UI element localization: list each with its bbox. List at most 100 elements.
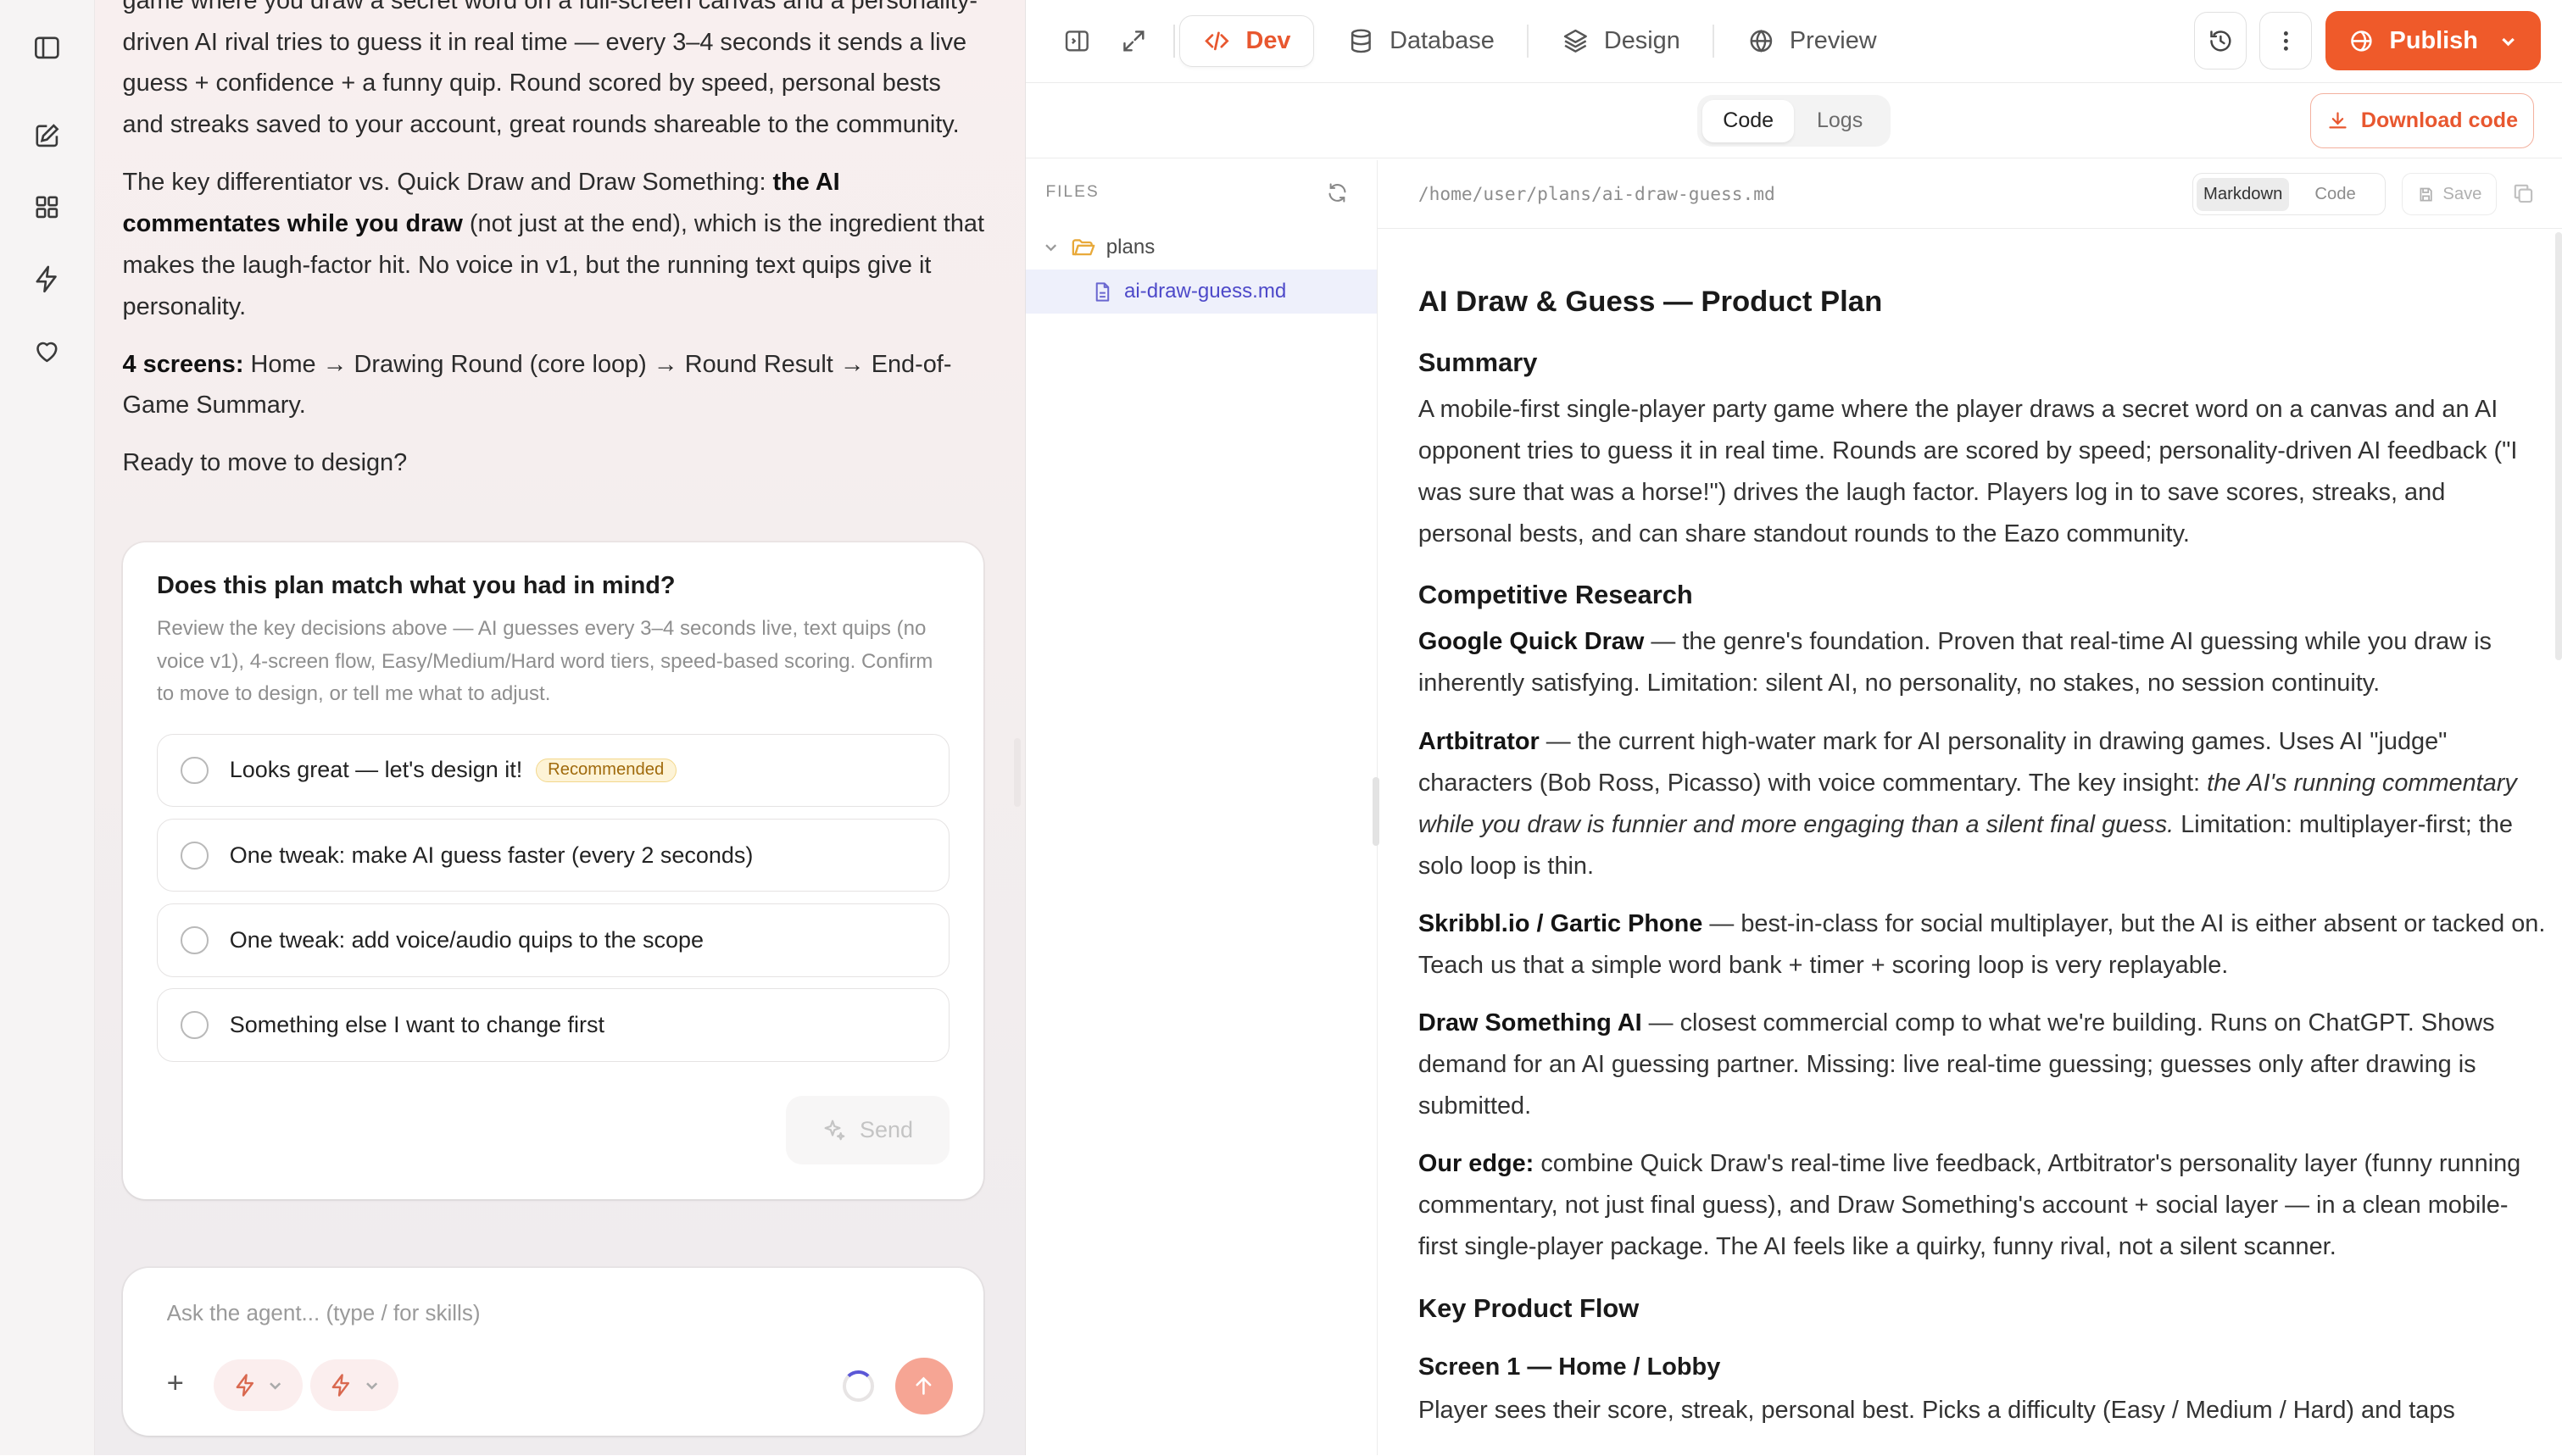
more-options-button[interactable]	[2259, 12, 2313, 69]
doc-paragraph: Skribbl.io / Gartic Phone — best-in-clas…	[1418, 903, 2546, 986]
divider	[1172, 25, 1175, 58]
tab-label: Database	[1390, 27, 1495, 55]
tab-database[interactable]: Database	[1324, 15, 1518, 68]
tab-preview[interactable]: Preview	[1724, 15, 1900, 68]
message-paragraph: game where you draw a secret word on a f…	[123, 0, 989, 146]
doc-text: Player sees their score, streak, persona…	[1417, 1397, 2455, 1425]
chevron-down-icon	[2502, 37, 2515, 46]
scrollbar[interactable]	[2555, 231, 2562, 660]
editor-split: FILES plans ai-draw-guess.md /home/user/…	[1026, 159, 2562, 1456]
send-answer-button[interactable]: Send	[786, 1096, 950, 1165]
panel-resize-handle[interactable]	[1372, 777, 1379, 847]
option-faster-guess[interactable]: One tweak: make AI guess faster (every 2…	[157, 818, 950, 892]
file-icon	[1096, 281, 1110, 302]
doc-bold-text: Google Quick Draw	[1417, 628, 1645, 656]
publish-button[interactable]: Publish	[2325, 11, 2541, 70]
submit-prompt-button[interactable]	[895, 1357, 953, 1415]
tab-label: Dev	[1245, 27, 1291, 55]
agent-message: game where you draw a secret word on a f…	[123, 0, 989, 500]
option-voice-quips[interactable]: One tweak: add voice/audio quips to the …	[157, 903, 950, 977]
files-title: FILES	[1045, 183, 1100, 202]
doc-bold-text: Skribbl.io / Gartic Phone	[1417, 909, 1703, 937]
doc-heading: Screen 1 — Home / Lobby	[1417, 1353, 1721, 1381]
message-text: game where you draw a secret word on a f…	[122, 0, 978, 139]
download-icon	[2329, 112, 2348, 129]
option-label: One tweak: make AI guess faster (every 2…	[229, 842, 754, 868]
doc-bold-text: Our edge:	[1417, 1150, 1534, 1178]
lightning-icon[interactable]	[22, 255, 71, 304]
refresh-icon[interactable]	[1326, 181, 1349, 204]
editor-header: /home/user/plans/ai-draw-guess.md Markdo…	[1377, 160, 2562, 229]
copy-icon[interactable]	[2511, 181, 2536, 206]
publish-label: Publish	[2389, 26, 2478, 54]
code-icon	[1205, 31, 1229, 51]
left-rail	[0, 0, 95, 1456]
save-button[interactable]: Save	[2402, 173, 2497, 216]
option-something-else[interactable]: Something else I want to change first	[157, 988, 950, 1062]
code-logs-toggle: Code Logs	[1697, 94, 1891, 147]
panel-resize-handle[interactable]	[1013, 738, 1021, 808]
message-paragraph: 4 screens: Home → Drawing Round (core lo…	[123, 344, 989, 427]
doc-paragraph: Google Quick Draw — the genre's foundati…	[1418, 621, 2546, 704]
option-label: Looks great — let's design it!	[229, 757, 523, 783]
agent-prompt-input[interactable]	[166, 1300, 919, 1327]
message-text: The key differentiator vs. Quick Draw an…	[122, 169, 773, 197]
tab-dev[interactable]: Dev	[1179, 14, 1315, 68]
tab-design[interactable]: Design	[1539, 15, 1703, 68]
radio-button[interactable]	[180, 925, 209, 954]
skill-selector-button[interactable]	[214, 1359, 303, 1412]
radio-button[interactable]	[180, 756, 209, 785]
message-paragraph: Ready to move to design?	[123, 442, 989, 484]
globe-icon	[1750, 30, 1772, 53]
tab-label: Design	[1603, 27, 1680, 55]
folder-open-icon	[1072, 238, 1095, 255]
heart-icon[interactable]	[22, 326, 71, 375]
apps-grid-icon[interactable]	[22, 183, 71, 232]
file-ai-draw-guess[interactable]: ai-draw-guess.md	[1026, 269, 1377, 314]
tab-code[interactable]: Code	[1702, 99, 1795, 142]
file-name: ai-draw-guess.md	[1123, 280, 1287, 303]
tab-logs[interactable]: Logs	[1794, 100, 1885, 142]
expand-icon[interactable]	[1116, 23, 1151, 58]
chevron-down-icon	[1044, 244, 1056, 252]
download-code-button[interactable]: Download code	[2310, 92, 2535, 149]
chevron-down-icon	[270, 1382, 281, 1390]
mode-markdown[interactable]: Markdown	[2197, 178, 2290, 211]
doc-paragraph: Artbitrator — the current high-water mar…	[1418, 721, 2546, 887]
split-panel-icon[interactable]	[1059, 23, 1094, 58]
more-vertical-icon	[2283, 31, 2288, 51]
option-looks-great[interactable]: Looks great — let's design it! Recommend…	[157, 733, 950, 808]
toggle-sidebar-icon[interactable]	[22, 23, 71, 72]
tab-label: Preview	[1789, 27, 1877, 55]
save-icon	[2420, 187, 2432, 202]
add-attachment-button[interactable]: +	[167, 1369, 184, 1398]
render-mode-toggle: Markdown Code	[2192, 173, 2386, 216]
lightning-icon	[331, 1374, 350, 1397]
question-title: Does this plan match what you had in min…	[157, 571, 676, 599]
doc-text: combine Quick Draw's real-time live feed…	[1417, 1150, 2521, 1260]
document-body: AI Draw & Guess — Product Plan Summary A m…	[1418, 229, 2546, 1448]
doc-bold-text: Artbitrator	[1417, 727, 1540, 755]
file-path: /home/user/plans/ai-draw-guess.md	[1417, 183, 1775, 205]
doc-heading: Key Product Flow	[1417, 1292, 1640, 1323]
chat-panel: game where you draw a secret word on a f…	[94, 0, 1027, 1456]
message-text: Ready to move to design?	[122, 449, 408, 477]
doc-heading: AI Draw & Guess — Product Plan	[1417, 286, 1883, 319]
file-explorer: FILES plans ai-draw-guess.md	[1026, 159, 1378, 1456]
radio-button[interactable]	[180, 1011, 209, 1039]
folder-plans[interactable]: plans	[1026, 225, 1376, 270]
doc-bold-text: Draw Something AI	[1417, 1009, 1642, 1036]
folder-name: plans	[1106, 235, 1156, 258]
doc-paragraph: Our edge: combine Quick Draw's real-time…	[1418, 1143, 2546, 1268]
globe-icon	[2351, 30, 2372, 52]
save-label: Save	[2442, 184, 2482, 203]
new-chat-icon[interactable]	[22, 111, 71, 160]
toolbar-actions: Publish	[2194, 11, 2541, 70]
mode-code[interactable]: Code	[2289, 178, 2381, 211]
question-card: Does this plan match what you had in min…	[122, 542, 984, 1199]
mode-selector-button[interactable]	[310, 1359, 399, 1412]
history-button[interactable]	[2194, 12, 2247, 69]
radio-button[interactable]	[180, 841, 209, 870]
message-text: Home → Drawing Round (core loop) → Round…	[122, 350, 952, 420]
option-label: One tweak: add voice/audio quips to the …	[229, 926, 704, 953]
